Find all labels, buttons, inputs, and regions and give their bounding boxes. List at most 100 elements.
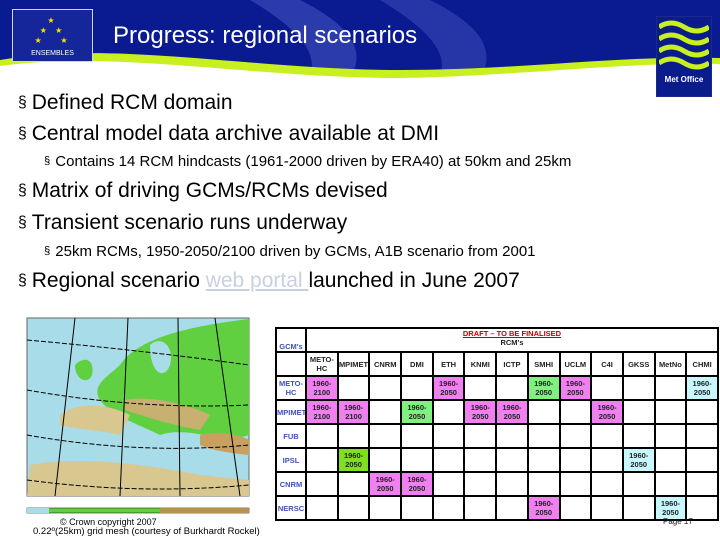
matrix-cell xyxy=(336,375,371,401)
bullet: § Central model data archive available at… xyxy=(18,122,439,146)
rcm-column-header: ETH xyxy=(431,351,466,377)
page-number: Page 17 xyxy=(663,517,693,526)
matrix-cell xyxy=(653,471,688,497)
europe-domain-map xyxy=(26,317,250,514)
matrix-cell xyxy=(621,375,656,401)
matrix-cell xyxy=(463,375,498,401)
matrix-cell xyxy=(305,423,339,449)
matrix-cell xyxy=(558,423,593,449)
matrix-cell: 1960-2050 xyxy=(590,399,624,425)
rcm-column-header: DMI xyxy=(400,351,434,377)
matrix-cell xyxy=(336,471,371,497)
sub-bullet: § Contains 14 RCM hindcasts (1961-2000 dr… xyxy=(44,153,571,170)
square-bullet-icon: § xyxy=(18,182,27,199)
gcm-row-header: IPSL xyxy=(275,447,307,473)
matrix-cell xyxy=(431,471,466,497)
matrix-cell xyxy=(590,471,624,497)
rcm-column-header: GKSS xyxy=(621,351,656,377)
matrix-cell xyxy=(653,375,688,401)
matrix-cell xyxy=(368,447,403,473)
square-bullet-icon: § xyxy=(18,94,27,111)
bullet-text: 25km RCMs, 1950-2050/2100 driven by GCMs… xyxy=(55,243,536,260)
matrix-cell: 1960-2100 xyxy=(336,399,371,425)
star-icons: ★ ★ ★ ★ ★ xyxy=(34,16,71,45)
ensembles-logo: ★ ★ ★ ★ ★ ENSEMBLES xyxy=(12,9,93,62)
matrix-cell xyxy=(495,447,529,473)
matrix-cell: 1960-2050 xyxy=(495,399,529,425)
matrix-cell xyxy=(685,399,719,425)
matrix-cell: 1960-2050 xyxy=(685,375,719,401)
bullet-text: Transient scenario runs underway xyxy=(31,211,348,234)
rcm-column-header: CHMI xyxy=(685,351,719,377)
bullet: § Transient scenario runs underway xyxy=(18,211,347,235)
matrix-cell xyxy=(526,399,561,425)
square-bullet-icon: § xyxy=(18,272,27,289)
table-row: FUB xyxy=(275,423,719,449)
bullet-text: Contains 14 RCM hindcasts (1961-2000 dri… xyxy=(55,153,572,170)
rcm-column-header: MPIMET xyxy=(336,351,371,377)
matrix-cell xyxy=(653,399,688,425)
ensembles-logo-text: ENSEMBLES xyxy=(31,50,74,57)
square-bullet-icon: § xyxy=(44,155,51,167)
matrix-cell xyxy=(495,495,529,521)
matrix-cell xyxy=(463,495,498,521)
bullet-text: Regional scenario xyxy=(31,269,206,292)
met-office-logo-text: Met Office xyxy=(664,75,704,84)
rcm-column-header: C4I xyxy=(590,351,624,377)
matrix-cell: 1960-2050 xyxy=(400,399,434,425)
table-row: NERSC 1960-2050 1960-2050 xyxy=(275,495,719,521)
matrix-cell xyxy=(495,423,529,449)
gcm-row-header: METO-HC xyxy=(275,375,307,401)
matrix-cell xyxy=(463,447,498,473)
corner-cell xyxy=(275,351,307,377)
matrix-cell xyxy=(590,495,624,521)
matrix-cell xyxy=(463,423,498,449)
matrix-cell xyxy=(558,447,593,473)
bullet: § Defined RCM domain xyxy=(18,91,233,115)
matrix-cell xyxy=(685,423,719,449)
slide-header: ★ ★ ★ ★ ★ ENSEMBLES Progress: regional scen… xyxy=(0,0,720,90)
rcm-column-header: MetNo xyxy=(653,351,688,377)
matrix-cell xyxy=(621,495,656,521)
matrix-cell: 1960-2050 xyxy=(336,447,371,473)
matrix-cell xyxy=(653,423,688,449)
matrix-cell xyxy=(368,495,403,521)
slide-title: Progress: regional scenarios xyxy=(113,22,418,49)
bullet-text: Defined RCM domain xyxy=(31,91,233,114)
matrix-cell xyxy=(558,495,593,521)
matrix-cell xyxy=(526,447,561,473)
sub-bullet: § 25km RCMs, 1950-2050/2100 driven by GCM… xyxy=(44,243,536,260)
matrix-cell: 1960-2050 xyxy=(526,375,561,401)
rcm-label: RCM's xyxy=(500,338,524,347)
matrix-cell xyxy=(526,423,561,449)
matrix-cell: 1960-2050 xyxy=(431,375,466,401)
matrix-cell xyxy=(336,423,371,449)
matrix-cell: 1960-2100 xyxy=(305,375,339,401)
matrix-cell xyxy=(685,447,719,473)
matrix-cell xyxy=(431,495,466,521)
web-portal-link[interactable]: web portal xyxy=(206,269,309,292)
matrix-cell: 1960-2050 xyxy=(558,375,593,401)
matrix-cell xyxy=(368,399,403,425)
square-bullet-icon: § xyxy=(18,125,27,142)
matrix-cell xyxy=(653,447,688,473)
waves-icon xyxy=(659,20,709,70)
rcm-column-header: SMHI xyxy=(526,351,561,377)
matrix-cell xyxy=(590,423,624,449)
matrix-cell xyxy=(431,447,466,473)
matrix-cell xyxy=(495,375,529,401)
matrix-cell xyxy=(463,471,498,497)
matrix-cell xyxy=(305,447,339,473)
table-row: METO-HC 1960-2100 1960-2050 1960-2050 1960-2… xyxy=(275,375,719,401)
matrix-cell xyxy=(621,423,656,449)
matrix-cell xyxy=(685,471,719,497)
matrix-cell xyxy=(495,471,529,497)
matrix-cell xyxy=(431,423,466,449)
gcm-row-header: FUB xyxy=(275,423,307,449)
met-office-logo: Met Office xyxy=(656,16,712,97)
gcm-row-header: MPIMET xyxy=(275,399,307,425)
matrix-cell xyxy=(621,471,656,497)
matrix-cell xyxy=(336,495,371,521)
matrix-cell xyxy=(368,423,403,449)
matrix-cell: 1960-2050 xyxy=(463,399,498,425)
